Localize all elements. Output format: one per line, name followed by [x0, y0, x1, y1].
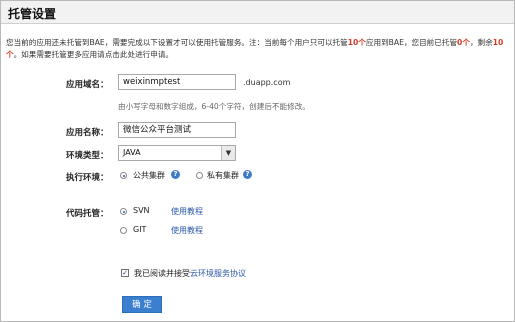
domain-label: 应用域名： [66, 80, 109, 90]
env-type-label: 环境类型： [66, 151, 109, 161]
agreement-label: 我已阅读并接受 [134, 269, 190, 278]
notice-hosted-count: 0个 [457, 38, 470, 47]
notice-text-1: 您当前的应用还未托管到BAE，需要完成以下设置才可以使用托管服务。注：当前每个用… [6, 38, 348, 47]
app-name-label: 应用名称： [66, 128, 109, 138]
notice-text-4: 。如果需要托管更多应用请点击此处进行申请。 [13, 50, 174, 59]
radio-git[interactable] [120, 227, 127, 234]
env-type-selected: JAVA [123, 148, 141, 157]
svn-tutorial-link[interactable]: 使用教程 [171, 206, 203, 217]
agreement-checkbox[interactable]: ✓ [121, 269, 129, 277]
chevron-down-icon[interactable]: ▼ [221, 146, 235, 160]
domain-input[interactable]: weixinmptest [118, 74, 236, 90]
radio-svn[interactable] [120, 208, 127, 215]
git-tutorial-link[interactable]: 使用教程 [171, 225, 203, 236]
page-title: 托管设置 [8, 7, 57, 21]
page-header: 托管设置 [1, 1, 514, 24]
domain-suffix: .duapp.com [243, 78, 291, 87]
git-label: GIT [133, 225, 147, 234]
public-cluster-label: 公共集群 [133, 171, 165, 180]
domain-hint: 由小写字母和数字组成，6-40个字符，创建后不能修改。 [118, 102, 310, 111]
svn-label: SVN [133, 206, 150, 215]
checkmark-icon: ✓ [122, 269, 128, 277]
notice-limit: 10个 [347, 38, 366, 47]
code-hosting-label: 代码托管： [66, 209, 109, 219]
agreement-link[interactable]: 云环境服务协议 [190, 269, 246, 278]
hosting-notice: 您当前的应用还未托管到BAE，需要完成以下设置才可以使用托管服务。注：当前每个用… [6, 37, 510, 61]
app-name-input[interactable]: 微信公众平台测试 [118, 122, 236, 138]
env-type-select[interactable]: JAVA ▼ [118, 145, 236, 161]
notice-text-2: 应用到BAE，您目前已托管 [365, 38, 458, 47]
exec-env-label: 执行环境： [66, 173, 109, 183]
radio-public-cluster[interactable] [120, 172, 127, 179]
question-circle-icon[interactable]: ? [171, 170, 180, 179]
question-circle-icon[interactable]: ? [243, 170, 252, 179]
submit-button[interactable]: 确 定 [122, 296, 162, 313]
private-cluster-label: 私有集群 [207, 171, 239, 180]
agreement-text: 我已阅读并接受云环境服务协议 [134, 268, 246, 279]
notice-text-3: ，剩余 [469, 38, 493, 47]
radio-private-cluster[interactable] [196, 172, 203, 179]
